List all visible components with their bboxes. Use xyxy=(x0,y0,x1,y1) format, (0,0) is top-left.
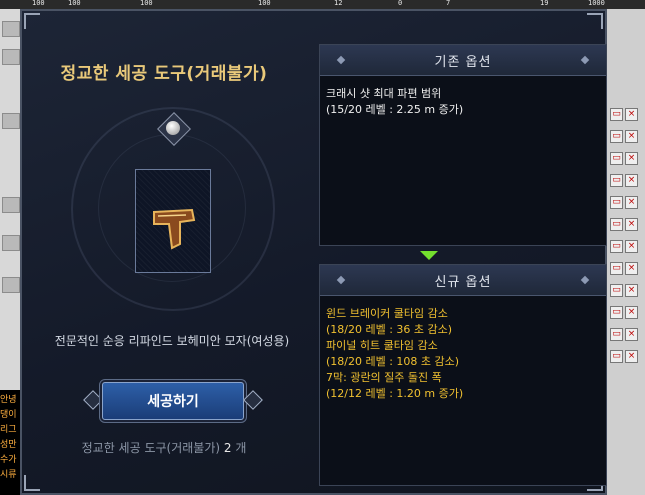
option-line: 파이널 히트 쿨타임 감소 xyxy=(326,339,438,352)
existing-options-panel: 기존 옵션 크래시 샷 최대 파편 범위 (15/20 레벨 : 2.25 m … xyxy=(319,44,607,246)
item-slot[interactable] xyxy=(135,169,211,273)
close-icon[interactable]: × xyxy=(625,328,638,341)
close-icon[interactable]: × xyxy=(625,240,638,253)
chat-line: 댕이 xyxy=(0,410,17,420)
minimize-icon[interactable]: ▭ xyxy=(610,240,623,253)
minimize-icon[interactable]: ▭ xyxy=(610,284,623,297)
new-options-header: 신규 옵션 xyxy=(320,265,606,296)
hud-value: 100 xyxy=(32,0,45,7)
tool-count-label: 정교한 세공 도구(거래불가) xyxy=(81,441,221,455)
hud-value: 100 xyxy=(68,0,81,7)
minimize-icon[interactable]: ▭ xyxy=(610,174,623,187)
hud-value: 100 xyxy=(140,0,153,7)
button-ornament xyxy=(83,390,103,410)
item-name: 전문적인 순응 리파인드 보헤미안 모자(여성용) xyxy=(54,334,290,348)
chat-line: 시류 xyxy=(0,470,17,480)
existing-options-title: 기존 옵션 xyxy=(434,54,492,70)
close-icon[interactable]: × xyxy=(625,196,638,209)
close-icon[interactable]: × xyxy=(625,262,638,275)
chat-background: 안녕 댕이 리그 성만 수가 시류 xyxy=(0,390,20,495)
tool-count-value: 2 xyxy=(223,441,232,455)
close-icon[interactable]: × xyxy=(625,174,638,187)
tool-count: 정교한 세공 도구(거래불가) 2 개 xyxy=(22,439,306,456)
chat-line: 성만 xyxy=(0,440,17,450)
option-line: (18/20 레벨 : 108 초 감소) xyxy=(326,355,460,368)
header-ornament xyxy=(580,275,590,285)
window-corner xyxy=(24,475,40,491)
option-line: (15/20 레벨 : 2.25 m 증가) xyxy=(326,103,464,116)
close-icon[interactable]: × xyxy=(625,152,638,165)
window-corner xyxy=(24,13,40,29)
left-slot xyxy=(2,235,20,251)
hud-value: 1000 xyxy=(588,0,605,7)
chat-line: 안녕 xyxy=(0,395,17,405)
option-line: 7막: 광란의 질주 돌진 폭 xyxy=(326,371,442,384)
option-line: 크래시 샷 최대 파편 범위 xyxy=(326,87,442,100)
new-options-title: 신규 옵션 xyxy=(434,274,492,290)
hud-value: 12 xyxy=(334,0,343,7)
arrow-down-icon xyxy=(420,251,438,260)
craft-button[interactable]: 세공하기 xyxy=(102,382,244,420)
chat-line: 리그 xyxy=(0,425,17,435)
minimize-icon[interactable]: ▭ xyxy=(610,306,623,319)
hud-top-bar: 100 100 100 100 12 0 7 19 1000 xyxy=(0,0,645,9)
minimize-icon[interactable]: ▭ xyxy=(610,328,623,341)
minimize-icon[interactable]: ▭ xyxy=(610,130,623,143)
minimize-icon[interactable]: ▭ xyxy=(610,196,623,209)
hud-value: 7 xyxy=(446,0,451,7)
existing-options-header: 기존 옵션 xyxy=(320,45,606,76)
left-slot xyxy=(2,277,20,293)
refine-window: 정교한 세공 도구(거래불가) 전문적인 순응 리파인드 보헤미안 모자(여성용… xyxy=(20,9,607,495)
header-ornament xyxy=(580,55,590,65)
left-slot xyxy=(2,113,20,129)
left-slot xyxy=(2,197,20,213)
gem-orb-icon xyxy=(166,121,180,135)
minimize-icon[interactable]: ▭ xyxy=(610,350,623,363)
left-slot xyxy=(2,21,20,37)
hud-value: 0 xyxy=(398,0,403,7)
option-line: (12/12 레벨 : 1.20 m 증가) xyxy=(326,387,464,400)
item-thumbnail-icon xyxy=(153,208,196,250)
option-line: 윈드 브레이커 쿨타임 감소 xyxy=(326,307,448,320)
minimize-icon[interactable]: ▭ xyxy=(610,262,623,275)
left-slot xyxy=(2,49,20,65)
chat-line: 수가 xyxy=(0,455,17,465)
close-icon[interactable]: × xyxy=(625,284,638,297)
close-icon[interactable]: × xyxy=(625,108,638,121)
minimize-icon[interactable]: ▭ xyxy=(610,218,623,231)
hud-value: 19 xyxy=(540,0,549,7)
close-icon[interactable]: × xyxy=(625,130,638,143)
new-options-list: 윈드 브레이커 쿨타임 감소 (18/20 레벨 : 36 초 감소) 파이널 … xyxy=(320,296,606,412)
close-icon[interactable]: × xyxy=(625,218,638,231)
close-icon[interactable]: × xyxy=(625,350,638,363)
button-ornament xyxy=(243,390,263,410)
minimize-icon[interactable]: ▭ xyxy=(610,108,623,121)
window-corner xyxy=(587,13,603,29)
hud-value: 100 xyxy=(258,0,271,7)
header-ornament xyxy=(336,275,346,285)
window-title: 정교한 세공 도구(거래불가) xyxy=(60,64,268,84)
tool-count-unit: 개 xyxy=(235,441,247,455)
new-options-panel: 신규 옵션 윈드 브레이커 쿨타임 감소 (18/20 레벨 : 36 초 감소… xyxy=(319,264,607,486)
header-ornament xyxy=(336,55,346,65)
minimize-icon[interactable]: ▭ xyxy=(610,152,623,165)
option-line: (18/20 레벨 : 36 초 감소) xyxy=(326,323,453,336)
close-icon[interactable]: × xyxy=(625,306,638,319)
existing-options-list: 크래시 샷 최대 파편 범위 (15/20 레벨 : 2.25 m 증가) xyxy=(320,76,606,128)
